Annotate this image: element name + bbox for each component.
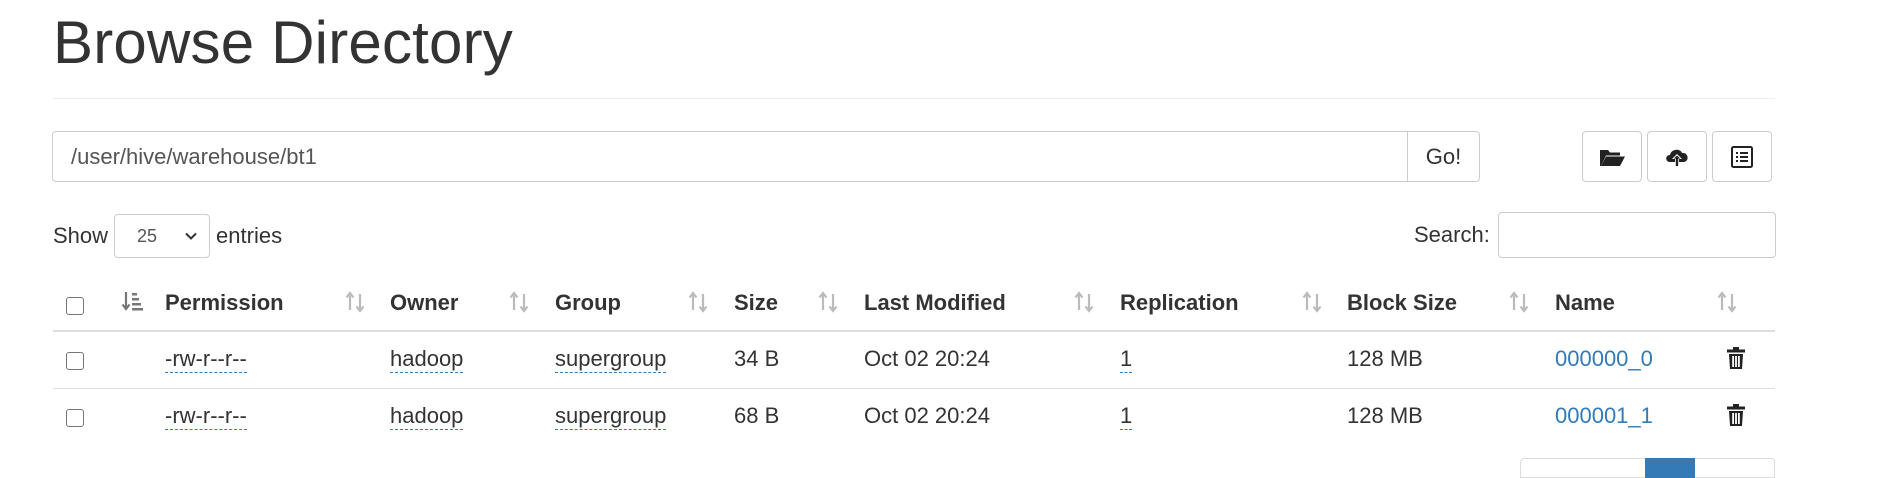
search-label: Search: bbox=[1414, 222, 1490, 247]
entries-select[interactable]: 25 bbox=[114, 214, 211, 258]
col-group[interactable]: Group bbox=[555, 290, 621, 316]
sort-both-icon[interactable] bbox=[817, 290, 839, 314]
sort-both-icon[interactable] bbox=[508, 290, 530, 314]
entries-label: entries bbox=[216, 223, 283, 248]
sort-both-icon[interactable] bbox=[1508, 290, 1530, 314]
size-cell: 68 B bbox=[734, 403, 780, 428]
sort-both-icon[interactable] bbox=[344, 290, 366, 314]
pagination bbox=[1520, 458, 1775, 478]
entries-select-value: 25 bbox=[137, 225, 158, 246]
size-cell: 34 B bbox=[734, 346, 780, 371]
block-size-cell: 128 MB bbox=[1347, 403, 1423, 428]
group-cell[interactable]: supergroup bbox=[555, 346, 667, 373]
group-cell[interactable]: supergroup bbox=[555, 403, 667, 430]
folder-open-icon bbox=[1600, 149, 1625, 166]
sort-ascending-icon[interactable] bbox=[121, 290, 143, 314]
show-label: Show bbox=[53, 223, 109, 248]
path-input[interactable] bbox=[52, 131, 1408, 182]
table-row: -rw-r--r-- hadoop supergroup 68 B Oct 02… bbox=[53, 389, 1775, 446]
trash-icon[interactable] bbox=[1726, 403, 1746, 427]
col-permission[interactable]: Permission bbox=[165, 290, 284, 316]
col-size[interactable]: Size bbox=[734, 290, 778, 316]
trash-icon[interactable] bbox=[1726, 346, 1746, 370]
row-checkbox[interactable] bbox=[66, 409, 84, 427]
page-title: Browse Directory bbox=[53, 9, 513, 76]
files-table: Permission Owner Group Size Last Modifie… bbox=[53, 280, 1775, 446]
row-checkbox[interactable] bbox=[66, 352, 84, 370]
file-name-link[interactable]: 000001_1 bbox=[1555, 403, 1653, 429]
replication-cell[interactable]: 1 bbox=[1120, 403, 1133, 430]
list-alt-icon bbox=[1731, 145, 1753, 168]
path-bar: Go! bbox=[52, 131, 1480, 182]
chevron-down-icon bbox=[185, 232, 197, 240]
select-all-checkbox[interactable] bbox=[66, 297, 84, 315]
search-input[interactable] bbox=[1497, 212, 1776, 258]
table-header: Permission Owner Group Size Last Modifie… bbox=[53, 280, 1775, 332]
modified-cell: Oct 02 20:24 bbox=[864, 346, 990, 371]
length-control: Show 25 entries bbox=[53, 213, 282, 259]
block-size-cell: 128 MB bbox=[1347, 346, 1423, 371]
replication-cell[interactable]: 1 bbox=[1120, 346, 1133, 373]
sort-both-icon[interactable] bbox=[1073, 290, 1095, 314]
cut-paste-button[interactable] bbox=[1712, 131, 1772, 182]
col-last-modified[interactable]: Last Modified bbox=[864, 290, 1006, 316]
sort-both-icon[interactable] bbox=[1716, 290, 1738, 314]
cloud-upload-icon bbox=[1666, 149, 1688, 167]
search-control: Search: bbox=[1414, 212, 1776, 258]
upload-files-button[interactable] bbox=[1647, 131, 1707, 182]
file-name-link[interactable]: 000000_0 bbox=[1555, 346, 1653, 372]
table-row: -rw-r--r-- hadoop supergroup 34 B Oct 02… bbox=[53, 332, 1775, 389]
owner-cell[interactable]: hadoop bbox=[390, 346, 464, 373]
col-owner[interactable]: Owner bbox=[390, 290, 458, 316]
permission-cell[interactable]: -rw-r--r-- bbox=[165, 403, 247, 430]
col-replication[interactable]: Replication bbox=[1120, 290, 1239, 316]
sort-both-icon[interactable] bbox=[687, 290, 709, 314]
col-name[interactable]: Name bbox=[1555, 290, 1615, 316]
col-block-size[interactable]: Block Size bbox=[1347, 290, 1457, 316]
go-button[interactable]: Go! bbox=[1408, 131, 1480, 182]
owner-cell[interactable]: hadoop bbox=[390, 403, 464, 430]
title-divider bbox=[53, 98, 1775, 99]
pagination-active-page[interactable] bbox=[1645, 458, 1695, 478]
modified-cell: Oct 02 20:24 bbox=[864, 403, 990, 428]
create-directory-button[interactable] bbox=[1582, 131, 1642, 182]
permission-cell[interactable]: -rw-r--r-- bbox=[165, 346, 247, 373]
sort-both-icon[interactable] bbox=[1301, 290, 1323, 314]
